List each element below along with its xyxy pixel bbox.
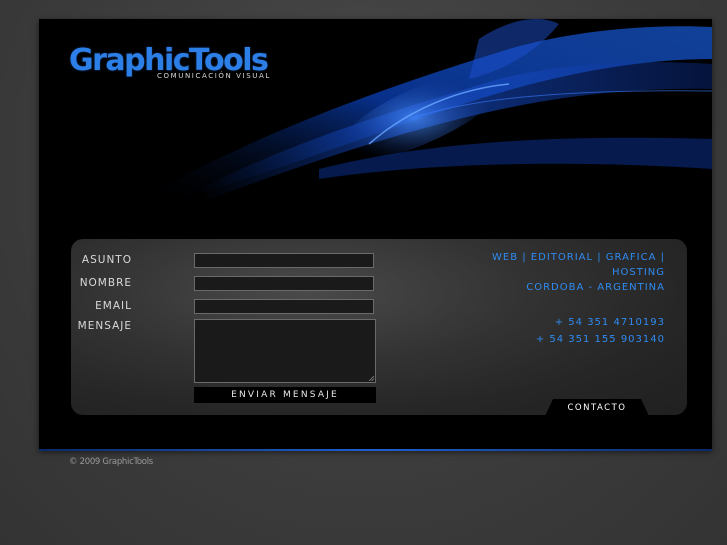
contact-panel: ASUNTO NOMBRE EMAIL MENSAJE ENVIAR MENSA…	[71, 239, 687, 415]
resize-grip-icon[interactable]	[368, 375, 374, 381]
frame-bottom-line	[39, 449, 712, 451]
email-label: EMAIL	[95, 300, 132, 312]
services-line-2: HOSTING	[611, 267, 665, 278]
send-message-button[interactable]: ENVIAR MENSAJE	[194, 387, 376, 403]
logo-subtitle: COMUNICACIÓN VISUAL	[157, 72, 271, 80]
subject-label: ASUNTO	[81, 254, 132, 266]
phone-1: + 54 351 4710193	[554, 317, 665, 328]
email-input[interactable]	[194, 299, 374, 314]
services-line-1: WEB | EDITORIAL | GRAFICA |	[492, 252, 665, 263]
footer-copyright: © 2009 GraphicTools	[69, 457, 153, 467]
site-frame: GraphicTools COMUNICACIÓN VISUAL ASUNTO …	[39, 19, 712, 450]
tab-contacto[interactable]: CONTACTO	[545, 399, 649, 416]
message-label: MENSAJE	[77, 320, 132, 332]
location-text: CORDOBA - ARGENTINA	[526, 282, 665, 293]
message-textarea[interactable]	[194, 319, 376, 383]
name-input[interactable]	[194, 276, 374, 291]
header-banner: GraphicTools COMUNICACIÓN VISUAL	[39, 19, 712, 229]
name-label: NOMBRE	[79, 277, 132, 289]
subject-input[interactable]	[194, 253, 374, 268]
contact-info: WEB | EDITORIAL | GRAFICA | HOSTING CORD…	[492, 250, 665, 347]
phone-2: + 54 351 155 903140	[535, 334, 665, 345]
